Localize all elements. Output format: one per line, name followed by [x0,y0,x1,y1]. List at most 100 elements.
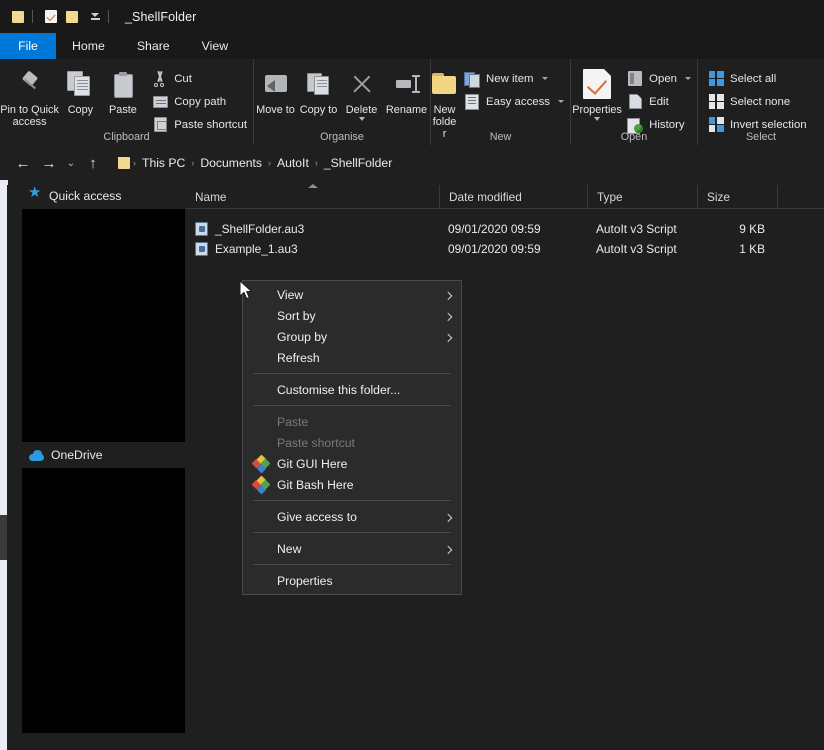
new-item-button[interactable]: New item [462,69,570,88]
context-menu-item-sort-by[interactable]: Sort by [243,305,461,326]
easy-access-button[interactable]: Easy access [462,92,570,111]
qat-folder-icon[interactable] [8,6,30,28]
breadcrumb-item-documents[interactable]: Documents [195,156,267,170]
select-all-button[interactable]: Select all [706,69,813,88]
copy-icon [67,68,93,100]
context-menu-item-new[interactable]: New [243,538,461,559]
tab-share[interactable]: Share [121,33,186,59]
qat-properties-icon[interactable] [40,6,62,28]
column-header-type[interactable]: Type [587,184,697,209]
delete-caret-icon[interactable] [358,117,365,121]
column-header-date-modified[interactable]: Date modified [439,184,587,209]
navigation-pane: Quick access OneDrive [7,185,185,750]
ribbon-group-clipboard: Pin to Quick access Copy Paste Cut Copy … [0,59,253,145]
title-bar: _ShellFolder [0,0,824,33]
paste-button[interactable]: Paste [102,63,145,116]
column-header-spare[interactable] [777,184,824,209]
open-small-commands: Open Edit History [625,63,697,134]
git-icon [251,475,271,494]
rename-button[interactable]: Rename [383,63,430,116]
copy-path-icon [152,94,168,110]
rename-icon [394,68,420,100]
tab-home[interactable]: Home [56,33,121,59]
clipboard-small-commands: Cut Copy path Paste shortcut [150,63,253,134]
file-list-column-headers: Name Date modified Type Size [186,183,824,209]
copy-button[interactable]: Copy [59,63,102,116]
select-all-icon [708,71,724,87]
ribbon-group-open: Properties Open Edit History Open [570,59,697,145]
context-menu: View Sort by Group by Refresh Customise … [242,280,462,595]
sidebar-item-quick-access[interactable]: Quick access [7,185,185,207]
new-item-caret-icon[interactable] [541,77,548,80]
file-type-cell: AutoIt v3 Script [596,222,677,236]
ribbon: Pin to Quick access Copy Paste Cut Copy … [0,59,824,145]
up-button[interactable]: ↑ [80,150,106,176]
select-small-commands: Select all Select none Invert selection [706,63,813,134]
delete-icon [349,68,375,100]
qat-new-folder-icon[interactable] [62,6,84,28]
recent-locations-button[interactable]: ⌄ [62,150,80,176]
column-header-name[interactable]: Name [186,183,439,209]
ribbon-tab-bar: File Home Share View [0,33,824,59]
forward-button[interactable]: → [36,150,62,176]
open-caret-icon[interactable] [685,77,691,80]
context-menu-item-git-bash-here[interactable]: Git Bash Here [243,474,461,495]
edit-button[interactable]: Edit [625,92,697,111]
properties-caret-icon[interactable] [594,117,601,121]
file-type-cell: AutoIt v3 Script [596,242,677,256]
table-row[interactable]: _ShellFolder.au3 09/01/2020 09:59 AutoIt… [186,219,824,239]
table-row[interactable]: Example_1.au3 09/01/2020 09:59 AutoIt v3… [186,239,824,259]
context-menu-label-customise-folder: Customise this folder... [277,382,401,397]
tab-file[interactable]: File [0,33,56,59]
breadcrumb-item-shellfolder[interactable]: _ShellFolder [319,156,397,170]
invert-selection-label: Invert selection [730,118,807,131]
chevron-down-icon[interactable] [84,6,106,28]
edit-icon [627,94,643,110]
context-menu-item-git-gui-here[interactable]: Git GUI Here [243,453,461,474]
edit-label: Edit [649,95,669,108]
context-menu-item-refresh[interactable]: Refresh [243,347,461,368]
open-label: Open [649,72,677,85]
breadcrumb[interactable]: › This PC › Documents › AutoIt › _ShellF… [112,151,824,175]
sidebar-item-onedrive[interactable]: OneDrive [7,444,185,466]
delete-button[interactable]: Delete [340,63,383,121]
back-button[interactable]: ← [10,150,36,176]
file-date-cell: 09/01/2020 09:59 [448,222,541,236]
file-size-cell: 1 KB [739,242,765,256]
breadcrumb-item-this-pc[interactable]: This PC [137,156,190,170]
select-all-label: Select all [730,72,777,85]
open-button[interactable]: Open [625,69,697,88]
context-menu-item-give-access-to[interactable]: Give access to [243,506,461,527]
context-menu-item-customise-folder[interactable]: Customise this folder... [243,379,461,400]
ribbon-group-label-select: Select [745,131,776,143]
copy-to-icon [306,68,332,100]
column-header-size[interactable]: Size [697,184,777,209]
history-label: History [649,118,685,131]
context-menu-item-group-by[interactable]: Group by [243,326,461,347]
context-menu-label-paste: Paste [277,414,309,429]
new-folder-button[interactable]: New folder [431,63,458,140]
chevron-right-icon [443,513,453,522]
tab-view[interactable]: View [186,33,244,59]
move-to-button[interactable]: Move to [254,63,297,116]
file-explorer-window: _ShellFolder File Home Share View Pin to… [0,0,824,750]
ribbon-group-select: Select all Select none Invert selection … [697,59,824,145]
ribbon-group-label-clipboard: Clipboard [103,131,150,143]
cut-button[interactable]: Cut [150,69,253,88]
open-icon [627,71,643,87]
new-small-commands: New item Easy access [462,63,570,111]
select-none-button[interactable]: Select none [706,92,813,111]
context-menu-item-view[interactable]: View [243,284,461,305]
rename-label: Rename [385,104,428,116]
breadcrumb-folder-icon [118,157,132,169]
chevron-right-icon [443,312,453,321]
copy-path-button[interactable]: Copy path [150,92,253,111]
pin-to-quick-access-button[interactable]: Pin to Quick access [0,63,59,128]
copy-to-button[interactable]: Copy to [297,63,340,116]
chevron-right-icon [443,545,453,554]
context-menu-item-properties[interactable]: Properties [243,570,461,591]
properties-button[interactable]: Properties [571,63,623,121]
chevron-right-icon [443,291,453,300]
breadcrumb-item-autoit[interactable]: AutoIt [272,156,314,170]
easy-access-caret-icon[interactable] [558,100,564,103]
